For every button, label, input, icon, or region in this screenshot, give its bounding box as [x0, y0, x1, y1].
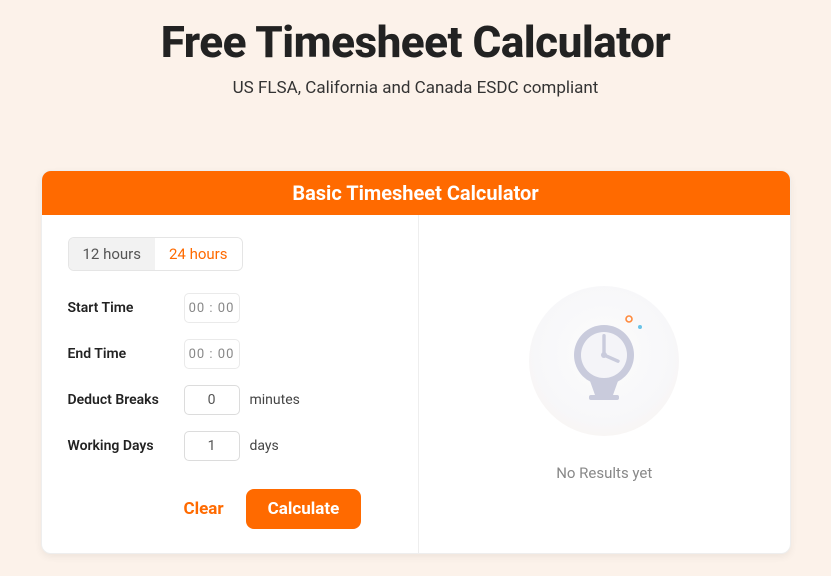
form-panel: 12 hours 24 hours Start Time 00 : 00 End… — [42, 215, 420, 553]
working-days-row: Working Days days — [68, 431, 399, 461]
page-subtitle: US FLSA, California and Canada ESDC comp… — [0, 78, 831, 98]
card-body: 12 hours 24 hours Start Time 00 : 00 End… — [42, 215, 790, 553]
start-time-label: Start Time — [68, 300, 184, 316]
time-format-tabs: 12 hours 24 hours — [68, 237, 243, 271]
button-row: Clear Calculate — [68, 489, 399, 529]
start-time-row: Start Time 00 : 00 — [68, 293, 399, 323]
clock-icon — [529, 286, 679, 436]
days-unit: days — [250, 438, 279, 454]
results-panel: No Results yet — [419, 215, 790, 553]
working-days-input[interactable] — [184, 431, 240, 461]
clock-svg — [562, 313, 646, 409]
tab-24-hours[interactable]: 24 hours — [155, 238, 242, 270]
start-time-input[interactable]: 00 : 00 — [184, 293, 240, 323]
end-time-input[interactable]: 00 : 00 — [184, 339, 240, 369]
tab-12-hours[interactable]: 12 hours — [69, 238, 156, 270]
end-time-row: End Time 00 : 00 — [68, 339, 399, 369]
card-header: Basic Timesheet Calculator — [42, 171, 790, 215]
no-results-text: No Results yet — [556, 464, 652, 482]
calculator-card: Basic Timesheet Calculator 12 hours 24 h… — [41, 170, 791, 554]
breaks-unit: minutes — [250, 392, 300, 408]
page-title: Free Timesheet Calculator — [0, 16, 831, 68]
deduct-breaks-row: Deduct Breaks minutes — [68, 385, 399, 415]
deduct-breaks-label: Deduct Breaks — [68, 392, 184, 408]
deduct-breaks-input[interactable] — [184, 385, 240, 415]
working-days-label: Working Days — [68, 438, 184, 454]
calculate-button[interactable]: Calculate — [246, 489, 362, 529]
end-time-label: End Time — [68, 346, 184, 362]
clear-button[interactable]: Clear — [184, 489, 224, 529]
